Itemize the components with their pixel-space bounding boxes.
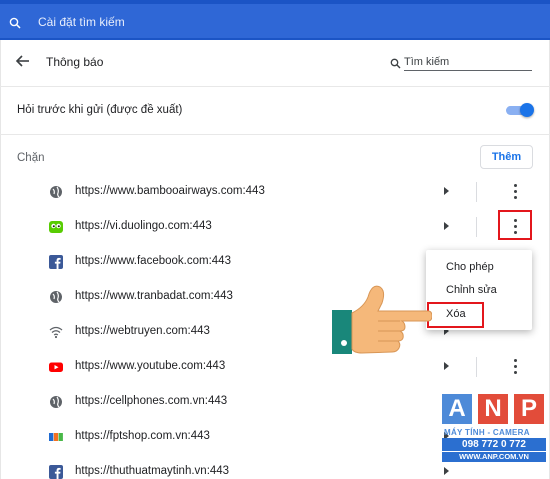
chevron-right-icon[interactable] bbox=[444, 187, 449, 195]
filter-search-icon bbox=[390, 56, 401, 74]
toggle-knob bbox=[520, 103, 534, 117]
site-url: https://fptshop.com.vn:443 bbox=[75, 430, 210, 442]
more-vert-icon bbox=[514, 184, 517, 200]
block-section-label: Chặn bbox=[17, 152, 45, 164]
search-icon bbox=[9, 16, 21, 34]
watermark-phone: 098 772 0 772 bbox=[442, 438, 546, 451]
site-row[interactable]: https://www.bambooairways.com:443 bbox=[0, 174, 550, 209]
menu-item-edit[interactable]: Chỉnh sửa bbox=[426, 278, 532, 302]
duolingo-icon bbox=[49, 220, 63, 234]
fpt-icon bbox=[49, 430, 63, 444]
youtube-icon bbox=[49, 360, 63, 374]
top-bar: Cài đặt tìm kiếm bbox=[0, 0, 550, 40]
site-row[interactable]: https://www.youtube.com:443 bbox=[0, 349, 550, 384]
menu-item-allow[interactable]: Cho phép bbox=[426, 255, 532, 279]
filter-search-input[interactable] bbox=[404, 53, 532, 71]
watermark-letter: P bbox=[514, 394, 544, 424]
row-separator bbox=[476, 217, 477, 237]
site-url: https://vi.duolingo.com:443 bbox=[75, 220, 212, 232]
remove-item-highlight bbox=[427, 302, 484, 328]
facebook-icon bbox=[49, 255, 63, 269]
pointing-hand-icon bbox=[332, 283, 433, 355]
chevron-right-icon[interactable] bbox=[444, 362, 449, 370]
header-divider bbox=[0, 86, 550, 87]
section-divider bbox=[0, 134, 550, 135]
site-url: https://webtruyen.com:443 bbox=[75, 325, 210, 337]
row-separator bbox=[476, 182, 477, 202]
chevron-right-icon[interactable] bbox=[444, 467, 449, 475]
ask-before-sending-label: Hỏi trước khi gửi (được đề xuất) bbox=[17, 104, 183, 116]
site-row[interactable]: https://vi.duolingo.com:443 bbox=[0, 209, 550, 244]
webtruyen-icon bbox=[49, 325, 63, 339]
site-url: https://www.youtube.com:443 bbox=[75, 360, 226, 372]
globe-icon bbox=[49, 395, 63, 409]
site-url: https://www.bambooairways.com:443 bbox=[75, 185, 265, 197]
watermark-logo: A N P bbox=[442, 394, 546, 426]
site-url: https://thuthuatmaytinh.vn:443 bbox=[75, 465, 230, 477]
more-actions-button[interactable] bbox=[505, 356, 527, 378]
globe-icon bbox=[49, 185, 63, 199]
site-url: https://www.facebook.com:443 bbox=[75, 255, 231, 267]
anp-watermark: A N P MÁY TÍNH - CAMERA 098 772 0 772 WW… bbox=[442, 394, 546, 464]
site-url: https://www.tranbadat.com:443 bbox=[75, 290, 233, 302]
row-separator bbox=[476, 357, 477, 377]
watermark-url: WWW.ANP.COM.VN bbox=[442, 452, 546, 462]
settings-search-box[interactable]: Cài đặt tìm kiếm bbox=[0, 4, 550, 38]
watermark-letter: N bbox=[478, 394, 508, 424]
more-button-highlight bbox=[498, 210, 532, 240]
facebook-icon bbox=[49, 465, 63, 479]
ask-before-sending-toggle[interactable] bbox=[506, 103, 534, 117]
add-button[interactable]: Thêm bbox=[480, 145, 533, 169]
page-title: Thông báo bbox=[46, 55, 104, 69]
more-actions-button[interactable] bbox=[505, 181, 527, 203]
back-arrow-icon[interactable] bbox=[14, 53, 32, 69]
watermark-tagline: MÁY TÍNH - CAMERA bbox=[444, 428, 530, 437]
chevron-right-icon[interactable] bbox=[444, 222, 449, 230]
site-url: https://cellphones.com.vn:443 bbox=[75, 395, 228, 407]
globe-icon bbox=[49, 290, 63, 304]
more-vert-icon bbox=[514, 359, 517, 375]
watermark-letter: A bbox=[442, 394, 472, 424]
search-placeholder: Cài đặt tìm kiếm bbox=[38, 15, 125, 29]
